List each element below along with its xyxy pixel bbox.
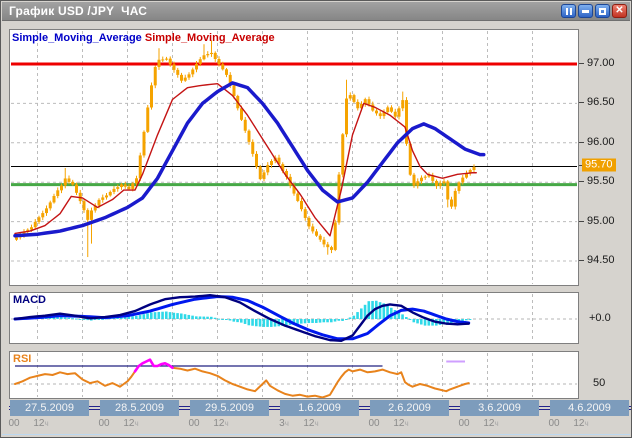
time-label: 12ч <box>303 418 318 429</box>
y-axis-tick <box>579 221 584 222</box>
legend-sma-blue: Simple_Moving_Average <box>12 32 142 44</box>
y-axis-label: 94.50 <box>587 254 615 266</box>
time-label: 00 <box>188 418 199 429</box>
time-label: 12ч <box>33 418 48 429</box>
date-box: 2.6.2009 <box>370 400 449 416</box>
current-price-badge: 95.70 <box>582 159 616 172</box>
time-label: 3ч <box>279 418 289 429</box>
date-box: 28.5.2009 <box>100 400 179 416</box>
date-box: 27.5.2009 <box>10 400 89 416</box>
macd-label: MACD <box>13 294 46 306</box>
y-axis-label: 95.00 <box>587 215 615 227</box>
y-axis-label: 95.50 <box>587 175 615 187</box>
y-axis-label: 97.00 <box>587 57 615 69</box>
time-label: 12ч <box>483 418 498 429</box>
macd-panel[interactable] <box>9 292 579 344</box>
date-box: 3.6.2009 <box>460 400 539 416</box>
time-label: 12ч <box>213 418 228 429</box>
price-chart-panel[interactable] <box>9 29 579 286</box>
maximize-icon <box>599 8 606 15</box>
macd-zero-label: +0.0 <box>589 312 611 324</box>
y-axis-tick <box>579 102 584 103</box>
legend-sma-red: Simple_Moving_Average <box>145 32 275 44</box>
time-label: 12ч <box>573 418 588 429</box>
time-label: 00 <box>98 418 109 429</box>
time-label: 12ч <box>393 418 408 429</box>
window-title: График USD /JPY ЧАС <box>9 4 147 18</box>
time-label: 00 <box>548 418 559 429</box>
time-label: 12ч <box>123 418 138 429</box>
y-axis-tick <box>579 181 584 182</box>
pause-icon <box>566 8 572 15</box>
date-box: 4.6.2009 <box>550 400 629 416</box>
date-box: 29.5.2009 <box>190 400 269 416</box>
time-label: 00 <box>8 418 19 429</box>
window-bottom-bevel <box>2 434 630 435</box>
y-axis-label: 96.00 <box>587 136 615 148</box>
time-label: 00 <box>458 418 469 429</box>
y-axis-tick <box>579 260 584 261</box>
y-axis-tick <box>579 63 584 64</box>
y-axis-label: 96.50 <box>587 96 615 108</box>
time-label: 00 <box>368 418 379 429</box>
y-axis: 97.00 96.50 96.00 95.70 95.50 95.00 94.50 <box>579 21 632 437</box>
title-bar[interactable]: График USD /JPY ЧАС <box>2 2 630 21</box>
chart-window: График USD /JPY ЧАС ✕ Simple_Moving_Aver… <box>0 0 632 438</box>
date-box: 1.6.2009 <box>280 400 359 416</box>
minimize-button[interactable] <box>578 4 593 18</box>
window-buttons: ✕ <box>561 4 627 18</box>
legend: Simple_Moving_Average Simple_Moving_Aver… <box>12 32 275 44</box>
close-button[interactable]: ✕ <box>612 4 627 18</box>
maximize-button[interactable] <box>595 4 610 18</box>
rsi-label: RSI <box>13 353 31 365</box>
rsi-panel[interactable] <box>9 351 579 399</box>
minimize-icon <box>582 10 589 13</box>
rsi-level-label: 50 <box>593 377 605 389</box>
x-axis: 27.5.2009 00 12ч 28.5.2009 00 12ч 29.5.2009 00 1… <box>1 399 632 433</box>
y-axis-tick <box>579 142 584 143</box>
close-icon: ✕ <box>615 6 623 16</box>
pin-button[interactable] <box>561 4 576 18</box>
